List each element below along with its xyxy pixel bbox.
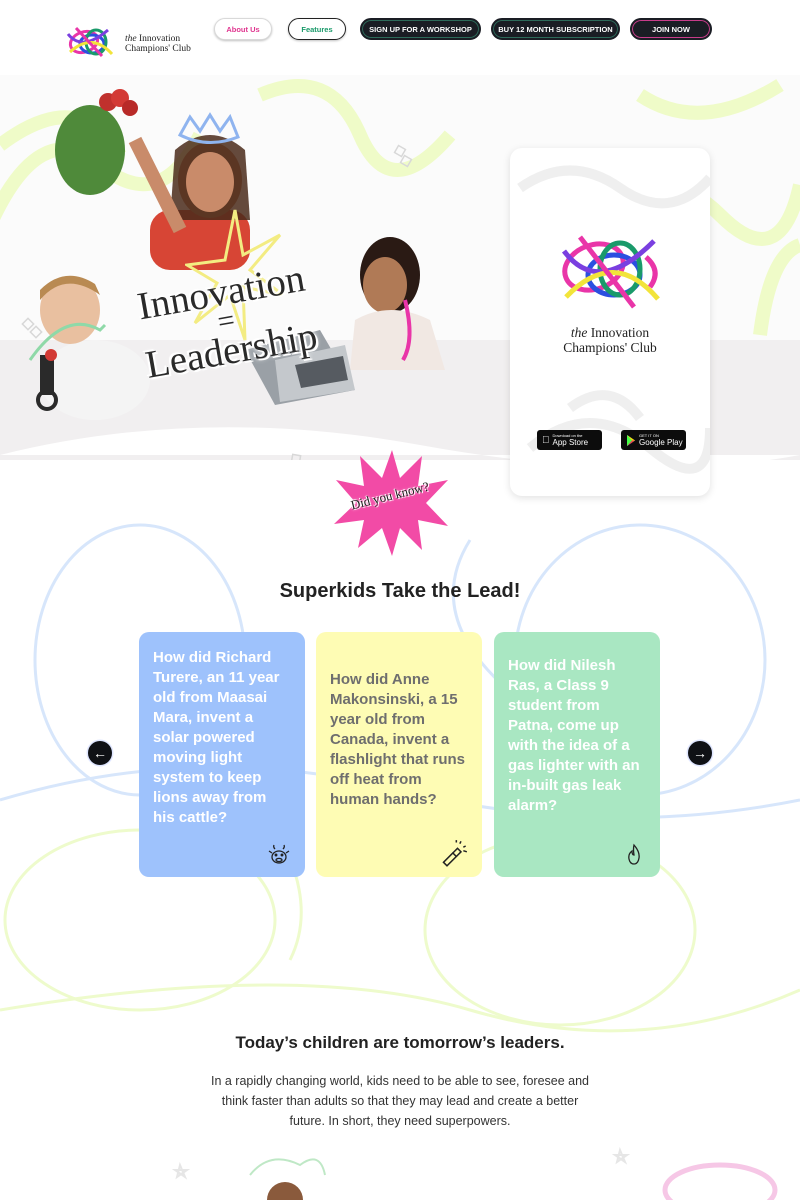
story-card-nilesh[interactable]: How did Nilesh Ras, a Class 9 student fr…: [494, 632, 660, 877]
app-store-big: App Store: [545, 438, 589, 447]
flashlight-icon: [442, 840, 468, 867]
google-play-big: Google Play: [639, 438, 683, 447]
story-card-text: How did Richard Turere, an 11 year old f…: [153, 649, 280, 826]
app-download-card: the Innovation Champions' Club  Downloa…: [510, 148, 710, 496]
logo-line1: Innovation: [138, 34, 181, 44]
app-logo-panel: the Innovation Champions' Club: [526, 213, 694, 378]
nav-features-label: Features: [301, 24, 333, 34]
app-title-line2: Champions' Club: [563, 340, 657, 355]
app-title-prefix: the: [570, 325, 588, 340]
app-title-line1: Innovation: [590, 325, 650, 340]
buy-subscription-button[interactable]: BUY 12 MONTH SUBSCRIPTION: [491, 18, 620, 40]
google-play-text: GET IT ON Google Play: [639, 433, 683, 447]
logo-line2: Champions' Club: [125, 44, 191, 54]
apple-icon: : [542, 435, 550, 446]
app-store-text: Download on the App Store: [553, 433, 589, 447]
story-card-richard[interactable]: How did Richard Turere, an 11 year old f…: [139, 632, 305, 877]
join-now-label: JOIN NOW: [652, 24, 690, 34]
google-play-icon: [627, 434, 635, 446]
story-card-text: How did Anne Makonsinski, a 15 year old …: [330, 671, 465, 808]
logo-prefix: the: [125, 34, 137, 44]
buy-subscription-label: BUY 12 MONTH SUBSCRIPTION: [498, 24, 613, 34]
club-logo-mark[interactable]: [62, 22, 122, 66]
arrow-right-icon: →: [693, 745, 707, 761]
flame-icon: [628, 843, 640, 865]
app-store-button[interactable]:  Download on the App Store: [537, 430, 602, 450]
nav-features-button[interactable]: Features: [288, 18, 346, 40]
nav-about-us-button[interactable]: About Us: [214, 18, 272, 40]
leaders-heading: Today’s children are tomorrow’s leaders.: [235, 1033, 565, 1052]
carousel-prev-button[interactable]: ←: [88, 741, 112, 765]
site-header: the Innovation Champions' Club About Us …: [0, 0, 800, 75]
signup-workshop-button[interactable]: SIGN UP FOR A WORKSHOP: [360, 18, 481, 40]
app-logo-mark: [561, 235, 660, 309]
superkids-section-title: Superkids Take the Lead!: [279, 580, 521, 602]
nav-about-us-label: About Us: [226, 24, 260, 34]
story-card-anne[interactable]: How did Anne Makonsinski, a 15 year old …: [316, 632, 482, 877]
signup-workshop-label: SIGN UP FOR A WORKSHOP: [369, 24, 472, 34]
superpowers-paragraph: In a rapidly changing world, kids need t…: [210, 1074, 590, 1128]
app-card-title: the Innovation Champions' Club: [526, 325, 694, 355]
logo-wordmark[interactable]: the Innovation Champions' Club: [125, 34, 191, 54]
carousel-next-button[interactable]: →: [688, 741, 712, 765]
join-now-button[interactable]: JOIN NOW: [630, 18, 712, 40]
arrow-left-icon: ←: [93, 745, 107, 761]
cow-icon: [268, 844, 290, 864]
story-card-text: How did Nilesh Ras, a Class 9 student fr…: [508, 657, 640, 814]
google-play-button[interactable]: GET IT ON Google Play: [621, 430, 686, 450]
